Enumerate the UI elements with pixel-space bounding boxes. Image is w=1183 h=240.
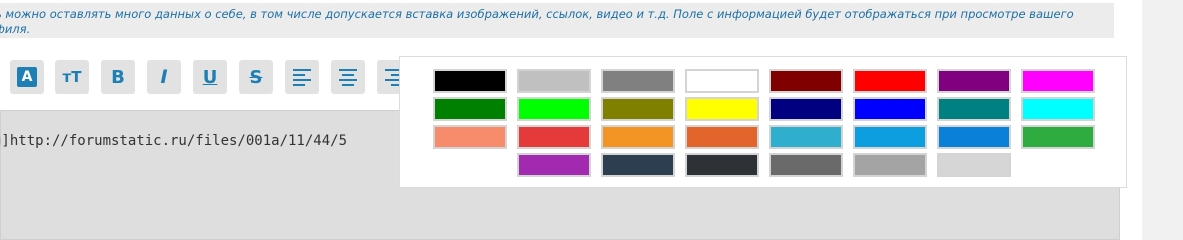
align-center-icon [339,69,357,86]
font-size-button[interactable]: тТ [55,60,89,94]
color-swatch[interactable] [937,125,1011,149]
color-swatch[interactable] [769,97,843,121]
italic-button[interactable]: I [147,60,181,94]
bold-button[interactable]: B [101,60,135,94]
color-swatch[interactable] [853,153,927,177]
color-swatch[interactable] [685,125,759,149]
strikethrough-button[interactable]: S [239,60,273,94]
color-swatch[interactable] [937,69,1011,93]
color-swatch[interactable] [517,97,591,121]
color-swatch[interactable] [769,125,843,149]
color-swatch[interactable] [517,69,591,93]
color-swatch[interactable] [937,153,1011,177]
color-palette-popup [399,56,1127,188]
text-color-icon: A [17,67,37,87]
color-swatch[interactable] [601,69,675,93]
color-swatch[interactable] [769,153,843,177]
color-swatch[interactable] [853,125,927,149]
color-swatch[interactable] [937,97,1011,121]
color-swatch[interactable] [601,153,675,177]
editor-toolbar: A тТ B I U S [0,60,411,96]
color-swatch[interactable] [853,97,927,121]
color-swatch[interactable] [685,153,759,177]
color-swatch[interactable] [853,69,927,93]
bold-icon: B [111,66,125,88]
font-size-icon: тТ [62,68,82,86]
color-swatch[interactable] [517,125,591,149]
align-center-button[interactable] [331,60,365,94]
profile-hint-text: ь можно оставлять много данных о себе, в… [0,3,1114,38]
color-swatch[interactable] [685,69,759,93]
underline-icon: U [202,66,218,88]
underline-button[interactable]: U [193,60,227,94]
color-swatch[interactable] [1021,125,1095,149]
align-left-icon [293,69,311,86]
strikethrough-icon: S [249,66,263,88]
color-swatch[interactable] [601,97,675,121]
color-swatch[interactable] [601,125,675,149]
text-color-button[interactable]: A [10,60,44,94]
editor-content: g]http://forumstatic.ru/files/001a/11/44… [0,133,348,149]
color-swatch[interactable] [433,125,507,149]
color-swatch[interactable] [517,153,591,177]
color-swatch[interactable] [433,97,507,121]
align-left-button[interactable] [285,60,319,94]
hint-line-2: филя. [0,22,31,36]
color-swatch[interactable] [433,69,507,93]
hint-line-1: ь можно оставлять много данных о себе, в… [0,7,1074,21]
right-gutter [1142,0,1183,240]
color-swatch[interactable] [769,69,843,93]
color-swatch[interactable] [685,97,759,121]
color-swatch[interactable] [1021,69,1095,93]
italic-icon: I [160,66,168,88]
color-swatch[interactable] [1021,97,1095,121]
